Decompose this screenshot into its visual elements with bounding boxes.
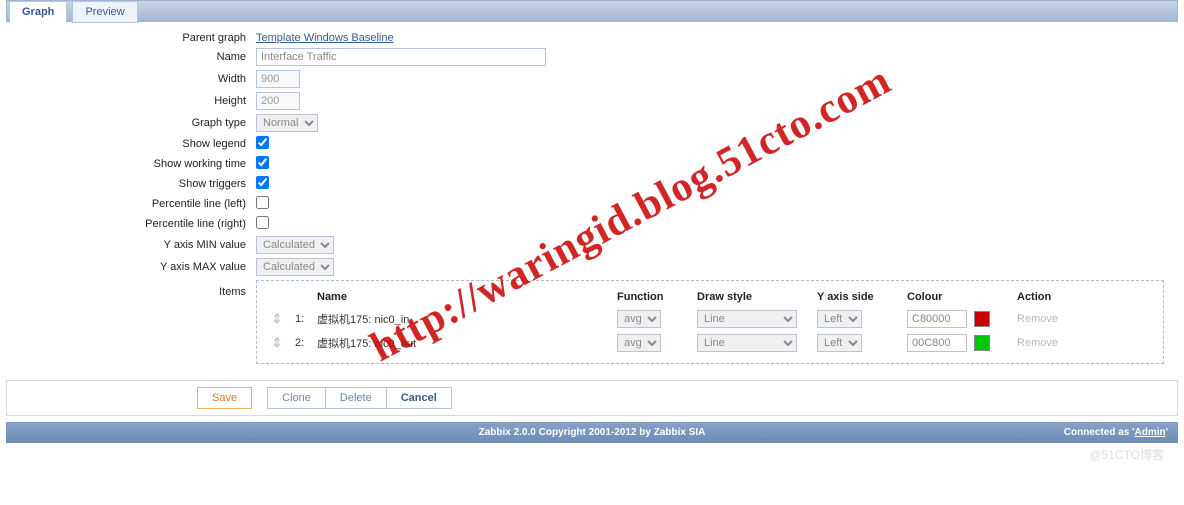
footer-connected-prefix: Connected as ' <box>1064 427 1135 438</box>
row-name: 虚拟机175: nic0_out <box>311 331 611 355</box>
graph-type-select[interactable]: Normal <box>256 114 318 132</box>
show-working-time-checkbox[interactable] <box>256 156 269 169</box>
row-index: 2: <box>289 331 311 355</box>
items-table: Name Function Draw style Y axis side Col… <box>265 287 1155 355</box>
function-select[interactable]: avg <box>617 334 661 352</box>
col-yaxis: Y axis side <box>811 287 901 307</box>
cancel-button[interactable]: Cancel <box>387 387 452 409</box>
colour-input[interactable] <box>907 334 967 352</box>
percentile-left-label: Percentile line (left) <box>6 198 256 210</box>
yaxis-select[interactable]: Left <box>817 334 862 352</box>
remove-link[interactable]: Remove <box>1017 313 1058 325</box>
col-name: Name <box>311 287 611 307</box>
function-select[interactable]: avg <box>617 310 661 328</box>
corner-watermark: @51CTO博客 <box>1089 446 1164 463</box>
ymin-label: Y axis MIN value <box>6 239 256 251</box>
save-button[interactable]: Save <box>197 387 252 409</box>
table-row: ⇕ 1: 虚拟机175: nic0_in avg Line Left Remov… <box>265 307 1155 331</box>
ymax-label: Y axis MAX value <box>6 261 256 273</box>
drag-handle-icon[interactable]: ⇕ <box>271 311 283 327</box>
remove-link[interactable]: Remove <box>1017 337 1058 349</box>
show-legend-label: Show legend <box>6 138 256 150</box>
percentile-right-label: Percentile line (right) <box>6 218 256 230</box>
parent-graph-label: Parent graph <box>6 32 256 44</box>
width-label: Width <box>6 73 256 85</box>
drawstyle-select[interactable]: Line <box>697 334 797 352</box>
tabs-bar: Graph Preview <box>6 0 1178 22</box>
show-working-time-label: Show working time <box>6 158 256 170</box>
parent-graph-link[interactable]: Template Windows Baseline <box>256 32 394 44</box>
col-function: Function <box>611 287 691 307</box>
drawstyle-select[interactable]: Line <box>697 310 797 328</box>
graph-form: Parent graph Template Windows Baseline N… <box>0 22 1184 374</box>
clone-button[interactable]: Clone <box>267 387 326 409</box>
graph-type-label: Graph type <box>6 117 256 129</box>
height-input[interactable] <box>256 92 300 110</box>
tab-preview[interactable]: Preview <box>72 1 137 23</box>
footer: Zabbix 2.0.0 Copyright 2001-2012 by Zabb… <box>6 422 1178 443</box>
row-name: 虚拟机175: nic0_in <box>311 307 611 331</box>
delete-button[interactable]: Delete <box>326 387 387 409</box>
percentile-left-checkbox[interactable] <box>256 196 269 209</box>
col-colour: Colour <box>901 287 1011 307</box>
row-index: 1: <box>289 307 311 331</box>
items-box: Name Function Draw style Y axis side Col… <box>256 280 1164 364</box>
button-bar: Save Clone Delete Cancel <box>6 380 1178 416</box>
tab-graph[interactable]: Graph <box>9 1 67 23</box>
col-drawstyle: Draw style <box>691 287 811 307</box>
height-label: Height <box>6 95 256 107</box>
footer-user-link[interactable]: Admin <box>1135 427 1166 438</box>
footer-connected-suffix: ' <box>1166 427 1168 438</box>
show-triggers-label: Show triggers <box>6 178 256 190</box>
col-action: Action <box>1011 287 1155 307</box>
items-label: Items <box>6 280 256 298</box>
footer-copyright: Zabbix 2.0.0 Copyright 2001-2012 by Zabb… <box>6 427 1178 438</box>
ymax-select[interactable]: Calculated <box>256 258 334 276</box>
yaxis-select[interactable]: Left <box>817 310 862 328</box>
table-row: ⇕ 2: 虚拟机175: nic0_out avg Line Left Remo… <box>265 331 1155 355</box>
colour-swatch[interactable] <box>974 335 990 351</box>
footer-connected: Connected as 'Admin' <box>1064 427 1168 438</box>
drag-handle-icon[interactable]: ⇕ <box>271 335 283 351</box>
colour-swatch[interactable] <box>974 311 990 327</box>
colour-input[interactable] <box>907 310 967 328</box>
ymin-select[interactable]: Calculated <box>256 236 334 254</box>
show-legend-checkbox[interactable] <box>256 136 269 149</box>
show-triggers-checkbox[interactable] <box>256 176 269 189</box>
width-input[interactable] <box>256 70 300 88</box>
percentile-right-checkbox[interactable] <box>256 216 269 229</box>
name-input[interactable] <box>256 48 546 66</box>
name-label: Name <box>6 51 256 63</box>
